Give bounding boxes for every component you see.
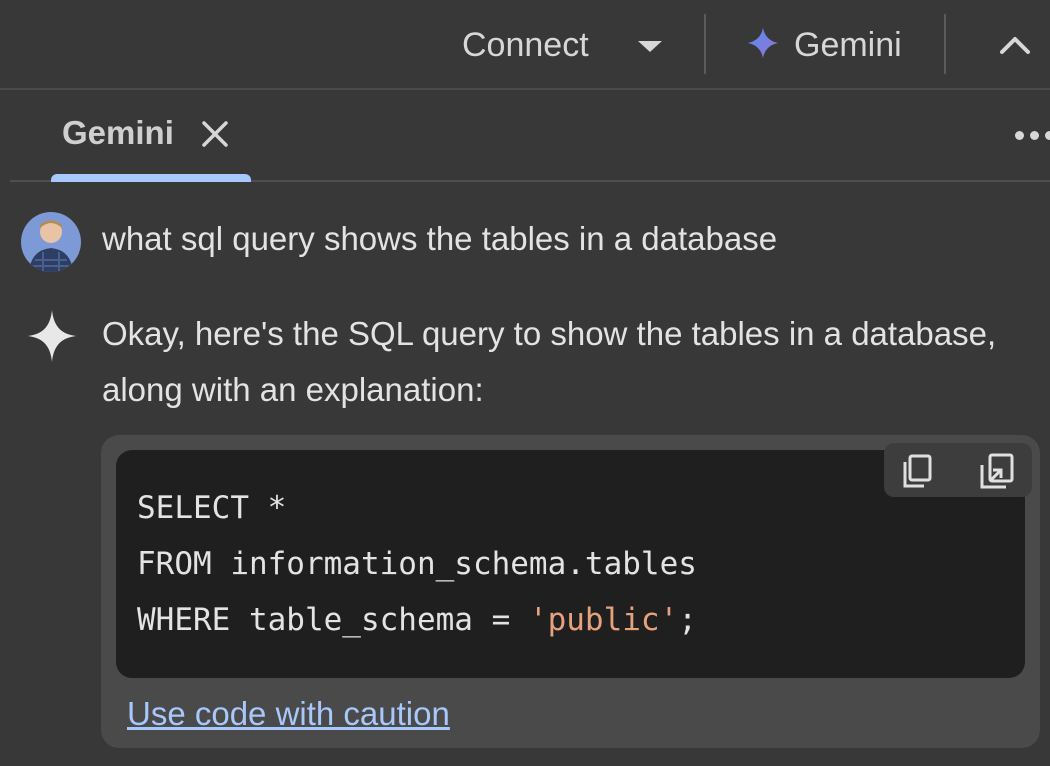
code-line: SELECT * [137,490,287,526]
copy-icon[interactable] [898,451,938,491]
code-text: WHERE table_schema = [137,602,529,638]
toolbar-divider [944,14,946,74]
active-tab-indicator [51,174,251,182]
code-line: WHERE table_schema = 'public'; [137,602,697,638]
user-message: what sql query shows the tables in a dat… [102,220,778,257]
code-actions-toolbar [884,443,1032,497]
ai-response-text: Okay, here's the SQL query to show the t… [102,315,997,408]
gemini-sparkle-icon [28,310,76,362]
panel-tab-bar: Gemini [10,90,1050,182]
use-code-caution-link[interactable]: Use code with caution [127,695,450,733]
tab-label: Gemini [62,114,174,151]
collapse-panel-button[interactable] [990,22,1040,66]
code-text: ; [678,602,697,638]
avatar [21,212,81,272]
toolbar-divider [704,14,706,74]
insert-code-icon[interactable] [976,451,1016,491]
top-toolbar: Connect Gemini [0,0,1050,90]
connect-label: Connect [462,26,589,64]
code-line: FROM information_schema.tables [137,546,697,582]
gemini-button[interactable]: Gemini [742,14,922,72]
gemini-sparkle-icon [747,27,779,59]
close-icon[interactable] [198,117,232,151]
code-string: 'public' [528,602,679,638]
gemini-button-label: Gemini [794,26,902,64]
code-snippet-card: SELECT * FROM information_schema.tables … [101,435,1040,748]
tab-gemini[interactable]: Gemini [51,90,251,182]
chevron-down-icon[interactable] [638,41,662,52]
more-options-button[interactable] [1015,128,1050,148]
connect-button[interactable]: Connect [440,14,690,72]
chevron-up-icon [1000,37,1030,54]
